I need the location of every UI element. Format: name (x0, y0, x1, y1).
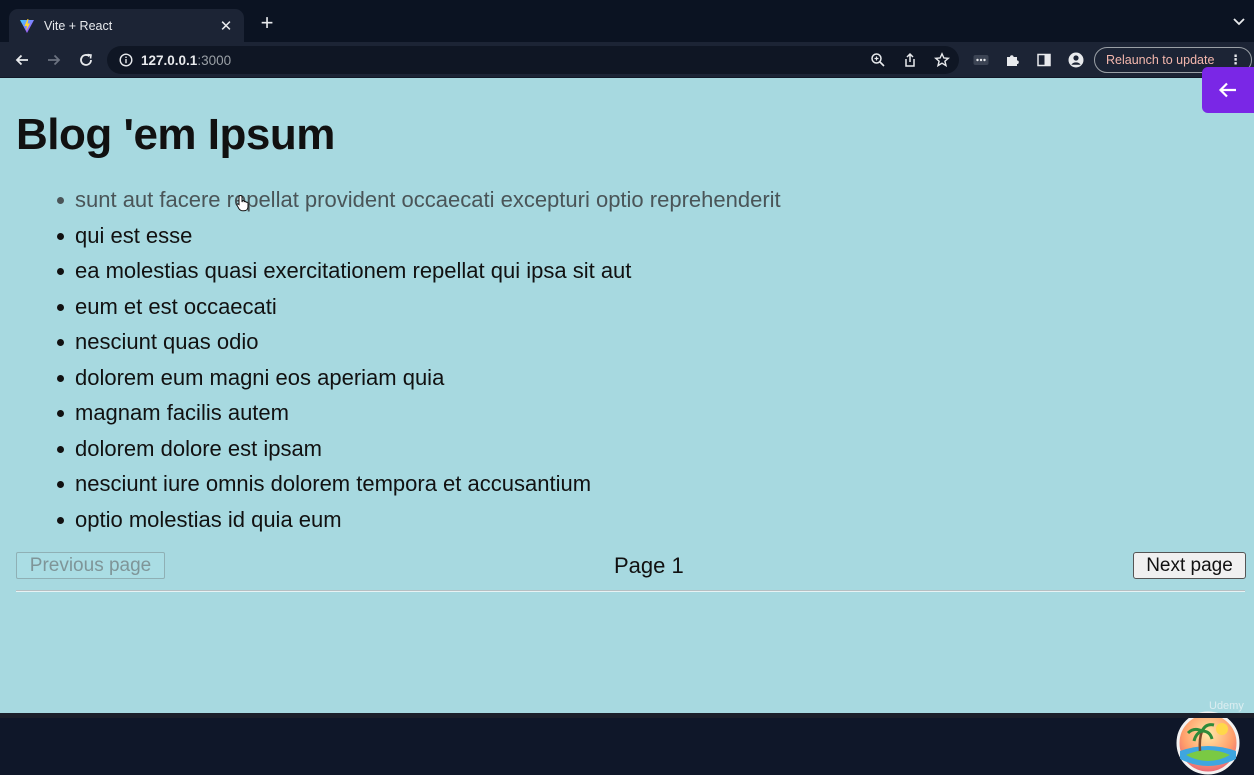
zoom-icon[interactable] (870, 52, 886, 68)
hand-pointer-cursor-icon (236, 194, 249, 212)
post-list-item[interactable]: nesciunt quas odio (57, 324, 781, 360)
url-port: :3000 (197, 52, 232, 68)
taskbar-strip (0, 713, 1254, 718)
extension-more-icon[interactable] (973, 52, 989, 68)
reload-button[interactable] (75, 49, 97, 71)
post-list-item[interactable]: sunt aut facere repellat provident occae… (57, 182, 781, 218)
vite-favicon-icon (20, 18, 34, 33)
next-page-button[interactable]: Next page (1133, 552, 1246, 579)
arrow-left-icon (1218, 82, 1236, 98)
previous-page-button[interactable]: Previous page (16, 552, 165, 579)
page-viewport: Blog 'em Ipsum sunt aut facere repellat … (0, 78, 1254, 775)
forward-button[interactable] (43, 49, 65, 71)
back-arrow-icon (15, 54, 28, 66)
post-list: sunt aut facere repellat provident occae… (57, 182, 781, 538)
new-tab-button[interactable]: + (256, 12, 278, 34)
tab-close-icon[interactable]: ✕ (218, 17, 234, 35)
address-bar[interactable]: 127.0.0.1 :3000 (107, 46, 959, 74)
post-list-item[interactable]: qui est esse (57, 218, 781, 254)
side-panel-icon[interactable] (1036, 52, 1052, 68)
browser-toolbar: 127.0.0.1 :3000 Relaunch to update ⋮ (0, 42, 1254, 78)
forward-arrow-icon (48, 54, 61, 66)
tab-strip: Vite + React ✕ + (0, 0, 1254, 42)
share-icon[interactable] (902, 52, 918, 68)
post-list-item[interactable]: nesciunt iure omnis dolorem tempora et a… (57, 466, 781, 502)
extensions-puzzle-icon[interactable] (1005, 52, 1021, 68)
profile-icon[interactable] (1068, 52, 1084, 68)
horizontal-rule (16, 590, 1245, 592)
reload-icon (80, 53, 92, 66)
current-page-label: Page 1 (614, 553, 684, 578)
back-button[interactable] (11, 49, 33, 71)
tab-list-chevron-icon[interactable] (1232, 14, 1246, 28)
post-list-item[interactable]: eum et est occaecati (57, 289, 781, 325)
overlay-back-button[interactable] (1202, 67, 1254, 113)
post-list-item[interactable]: dolorem eum magni eos aperiam quia (57, 360, 781, 396)
post-list-item[interactable]: dolorem dolore est ipsam (57, 431, 781, 467)
url-host: 127.0.0.1 (141, 52, 198, 68)
island-avatar-icon (1176, 711, 1240, 775)
tab-title: Vite + React (44, 18, 113, 33)
post-list-item[interactable]: ea molestias quasi exercitationem repell… (57, 253, 781, 289)
bookmark-star-icon[interactable] (934, 52, 950, 68)
post-list-item[interactable]: optio molestias id quia eum (57, 502, 781, 538)
relaunch-label: Relaunch to update (1106, 53, 1215, 67)
browser-window: Vite + React ✕ + 127.0.0.1:3000 Relaunc… (0, 0, 1254, 775)
page-title: Blog 'em Ipsum (16, 110, 335, 159)
info-icon[interactable] (119, 53, 133, 67)
tab-vite-react[interactable]: Vite + React ✕ (9, 9, 244, 42)
browser-menu-icon[interactable]: ⋮ (1229, 52, 1242, 68)
post-list-item[interactable]: magnam facilis autem (57, 395, 781, 431)
